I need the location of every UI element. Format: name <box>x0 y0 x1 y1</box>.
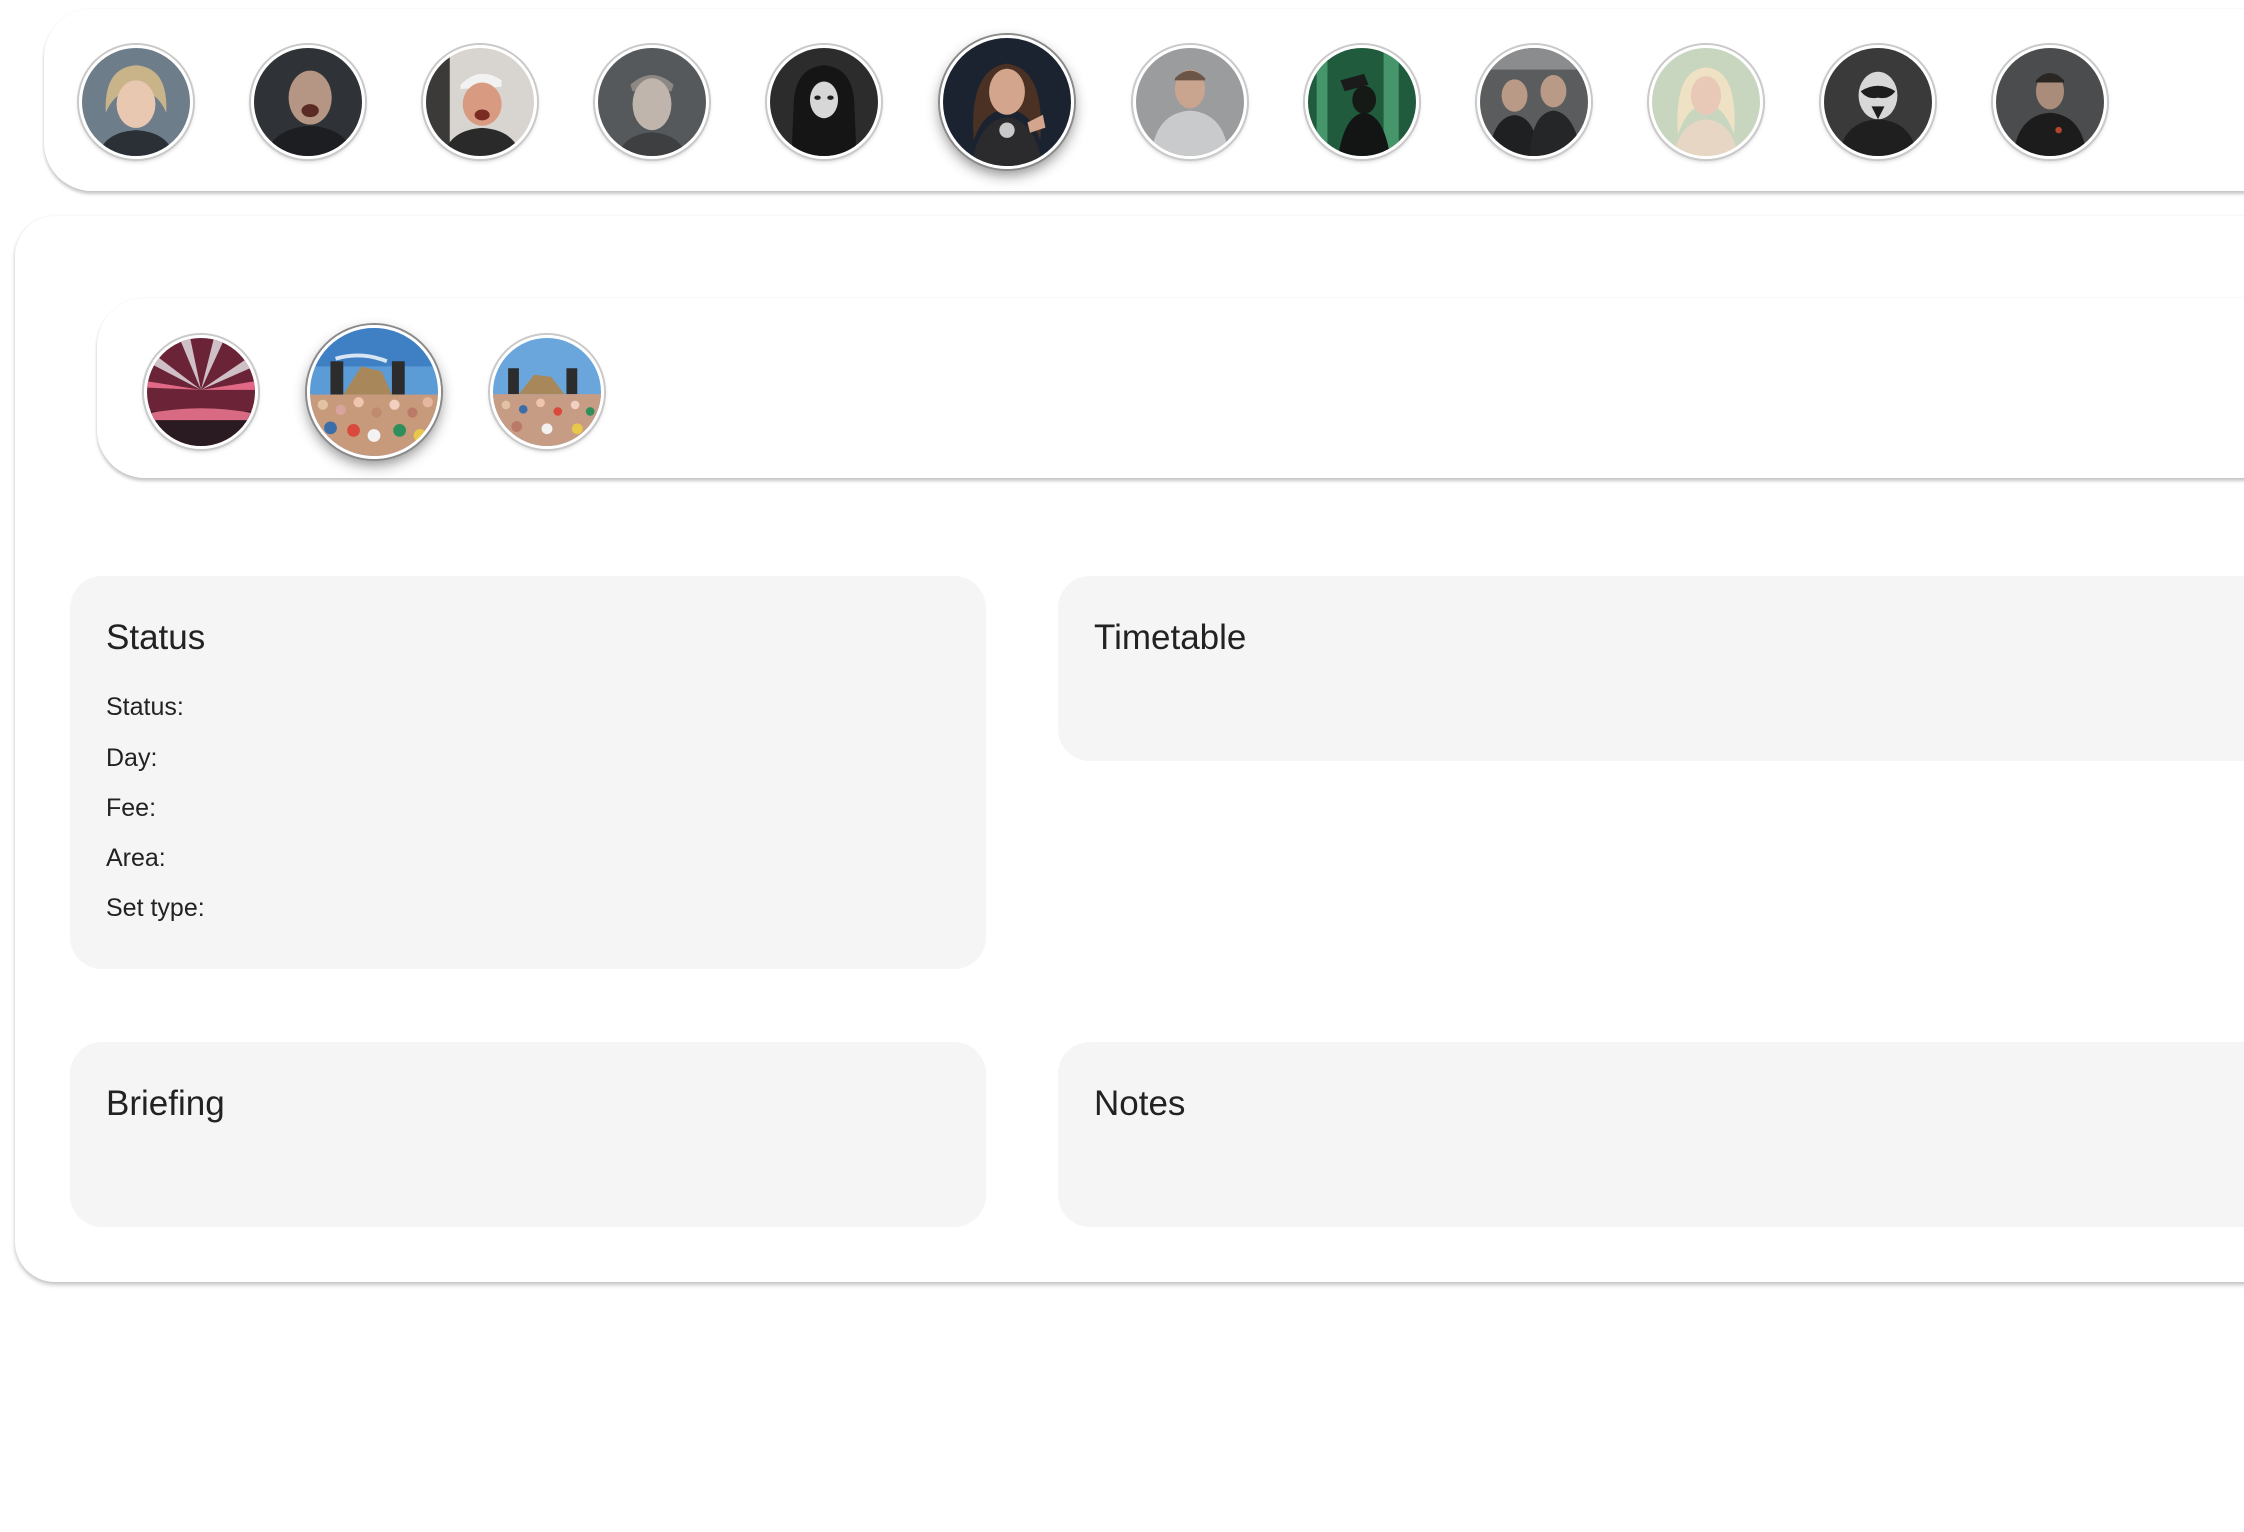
set-type-field: Set type: <box>106 894 205 923</box>
artist-avatar-2[interactable] <box>251 45 365 159</box>
status-field: Status: <box>106 693 184 722</box>
artist-photo-3-icon <box>426 48 534 156</box>
stage-photo-1-icon <box>147 338 255 446</box>
artist-photo-6-icon <box>943 38 1071 166</box>
status-panel: Status Status: Day: Fee: Area: Set type: <box>70 576 986 969</box>
artist-avatar-7[interactable] <box>1133 45 1247 159</box>
artist-photo-5-icon <box>770 48 878 156</box>
area-field-label: Area: <box>106 844 166 872</box>
briefing-panel-title: Briefing <box>106 1084 225 1123</box>
artist-photo-7-icon <box>1136 48 1244 156</box>
artist-photo-4-icon <box>598 48 706 156</box>
artist-avatar-11[interactable] <box>1821 45 1935 159</box>
stage-photo-3-icon <box>493 338 601 446</box>
artist-avatar-4[interactable] <box>595 45 709 159</box>
set-type-field-label: Set type: <box>106 894 205 922</box>
status-field-label: Status: <box>106 693 184 721</box>
day-field-label: Day: <box>106 744 158 772</box>
artist-avatar-9[interactable] <box>1477 45 1591 159</box>
artist-avatar-1[interactable] <box>79 45 193 159</box>
artist-avatar-3[interactable] <box>423 45 537 159</box>
fee-field-label: Fee: <box>106 794 157 822</box>
artist-avatar-5[interactable] <box>767 45 881 159</box>
artist-avatar-8[interactable] <box>1305 45 1419 159</box>
timetable-panel-title: Timetable <box>1094 618 1247 657</box>
artist-photo-1-icon <box>82 48 190 156</box>
stage-photo-2-icon <box>310 328 438 456</box>
fee-field: Fee: <box>106 794 156 823</box>
stage-image-3[interactable] <box>490 335 604 449</box>
area-field: Area: <box>106 844 166 873</box>
notes-panel: Notes <box>1058 1042 2244 1227</box>
artist-detail-card: Status Status: Day: Fee: Area: Set type:… <box>15 216 2244 1282</box>
artist-photo-12-icon <box>1996 48 2104 156</box>
artist-photo-8-icon <box>1308 48 1416 156</box>
stage-selector-strip <box>97 298 2244 478</box>
stage-image-1[interactable] <box>144 335 258 449</box>
artist-avatar-12[interactable] <box>1993 45 2107 159</box>
artist-photo-2-icon <box>254 48 362 156</box>
artist-avatar-10[interactable] <box>1649 45 1763 159</box>
day-field: Day: <box>106 744 157 773</box>
artist-selector-strip <box>44 9 2244 191</box>
briefing-panel: Briefing <box>70 1042 986 1227</box>
artist-photo-10-icon <box>1652 48 1760 156</box>
artist-photo-11-icon <box>1824 48 1932 156</box>
timetable-panel: Timetable <box>1058 576 2244 761</box>
artist-avatar-6[interactable] <box>940 35 1074 169</box>
status-panel-title: Status <box>106 618 206 657</box>
artist-photo-9-icon <box>1480 48 1588 156</box>
notes-panel-title: Notes <box>1094 1084 1186 1123</box>
stage-image-2[interactable] <box>307 325 441 459</box>
